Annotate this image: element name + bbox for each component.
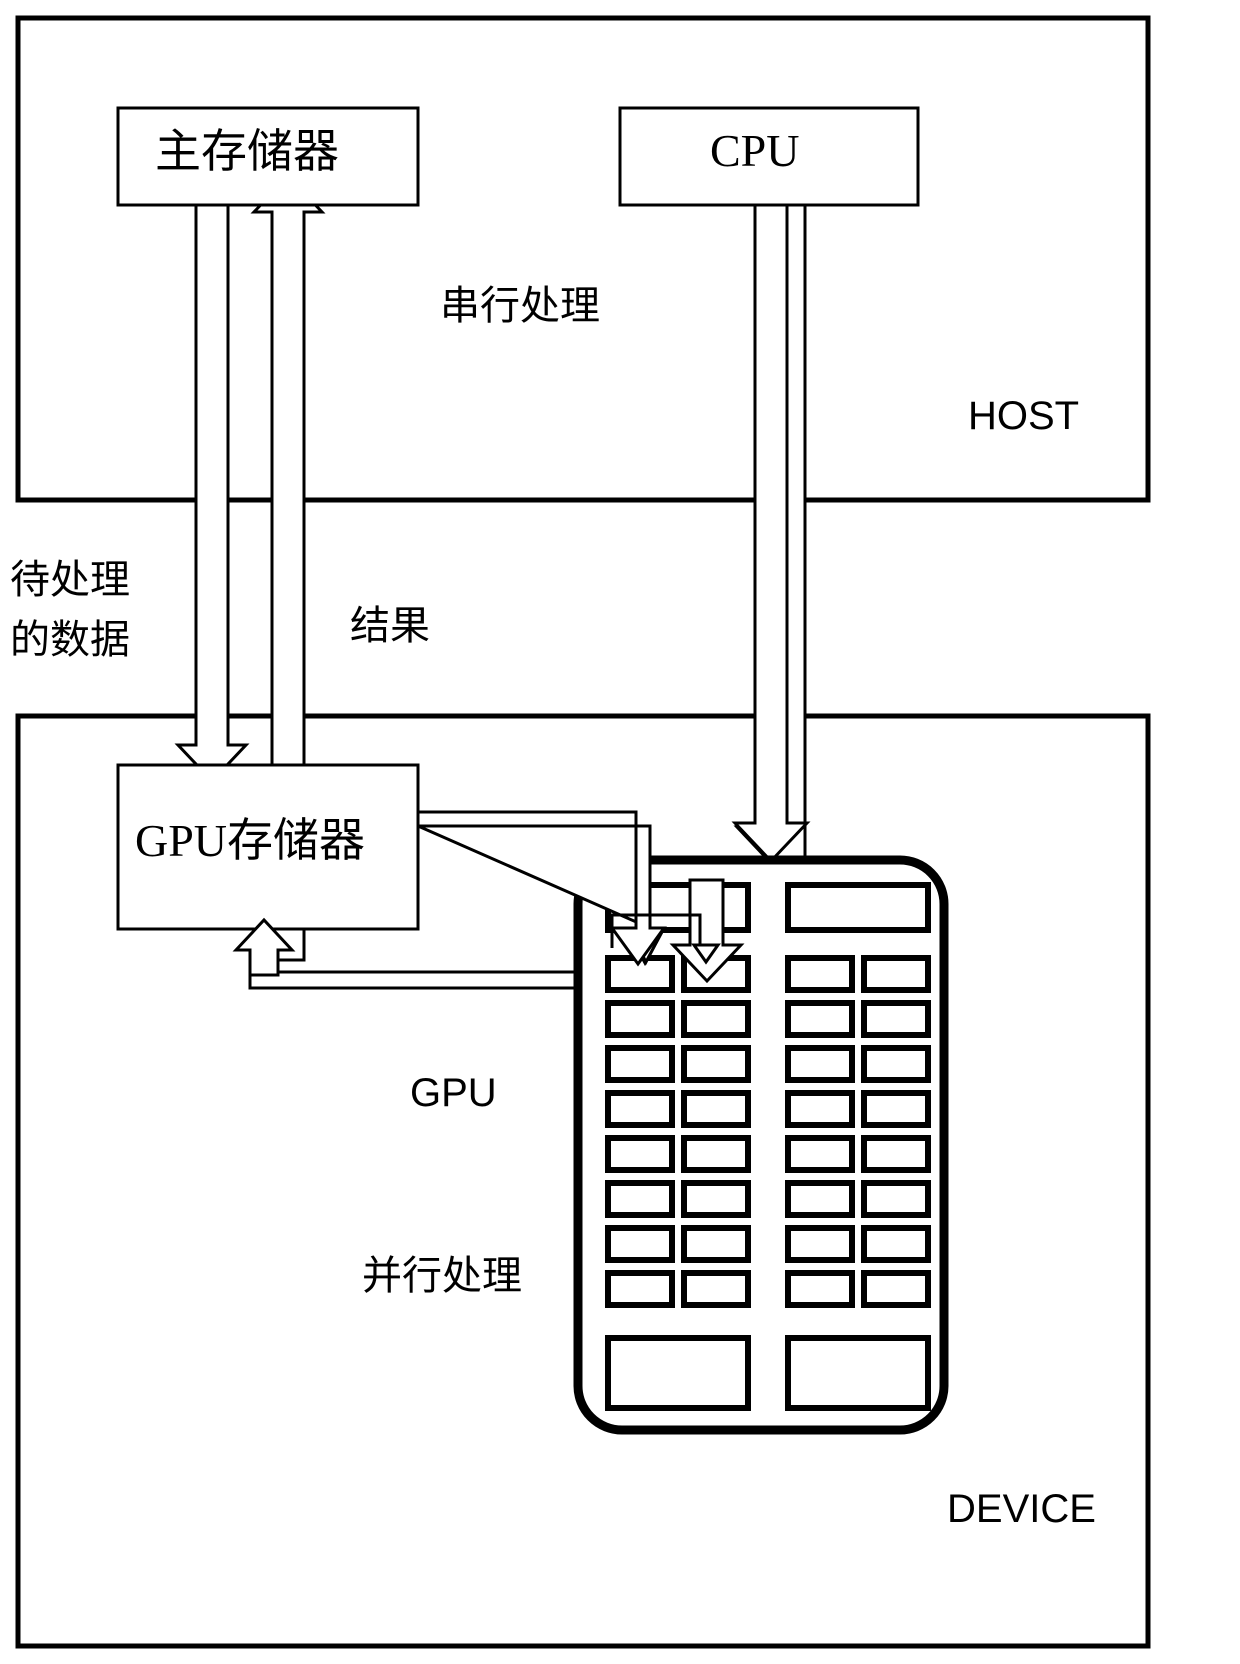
result-label: 结果 (350, 603, 430, 649)
gpu-core (681, 1180, 751, 1218)
gpu-core (861, 1225, 931, 1263)
gpu-core (785, 1000, 855, 1038)
main-memory-label: 主存储器 (155, 124, 339, 178)
diagram-canvas: 主存储器 CPU 串行处理 HOST 待处理 的数据 结果 GPU存储器 GPU… (0, 0, 1240, 1664)
gpu-core (861, 1180, 931, 1218)
gpu-core (861, 1045, 931, 1083)
arrow-main-memory-to-gpu-memory (174, 203, 250, 784)
gpu-core (785, 1090, 855, 1128)
gpu-bottom-block (785, 1335, 931, 1411)
connector-gpu-to-gpu-memory-lower (248, 975, 580, 990)
gpu-core (785, 1180, 855, 1218)
gpu-core (681, 1135, 751, 1173)
gpu-bottom-block (605, 1335, 751, 1411)
gpu-core (605, 1180, 675, 1218)
gpu-core (681, 1270, 751, 1308)
gpu-core (861, 1135, 931, 1173)
gpu-core (605, 1225, 675, 1263)
host-region-label: HOST (968, 394, 1080, 438)
gpu-core (785, 1270, 855, 1308)
gpu-core (681, 1000, 751, 1038)
gpu-core (681, 1045, 751, 1083)
gpu-core (785, 1135, 855, 1173)
gpu-core (785, 955, 855, 993)
pending-data-label-line2: 的数据 (10, 617, 130, 663)
gpu-core (605, 1045, 675, 1083)
gpu-core (605, 1000, 675, 1038)
device-region-label: DEVICE (947, 1487, 1096, 1531)
serial-processing-label: 串行处理 (440, 283, 600, 329)
connector-gpu-to-gpu-memory-upper (276, 970, 580, 975)
gpu-core (861, 1270, 931, 1308)
parallel-processing-label: 并行处理 (362, 1253, 522, 1299)
gpu-core (681, 1225, 751, 1263)
gpu-core (605, 1090, 675, 1128)
gpu-core (605, 1270, 675, 1308)
gpu-core (861, 955, 931, 993)
gpu-core (605, 1135, 675, 1173)
gpu-label: GPU (410, 1071, 497, 1115)
gpu-core (681, 1090, 751, 1128)
gpu-core (861, 1000, 931, 1038)
gpu-core (785, 1225, 855, 1263)
gpu-core (785, 1045, 855, 1083)
gpu-memory-label: GPU存储器 (135, 815, 366, 866)
cpu-label: CPU (710, 125, 800, 176)
gpu-core (861, 1090, 931, 1128)
gpu-top-block (785, 882, 931, 933)
pending-data-label-line1: 待处理 (10, 557, 130, 603)
